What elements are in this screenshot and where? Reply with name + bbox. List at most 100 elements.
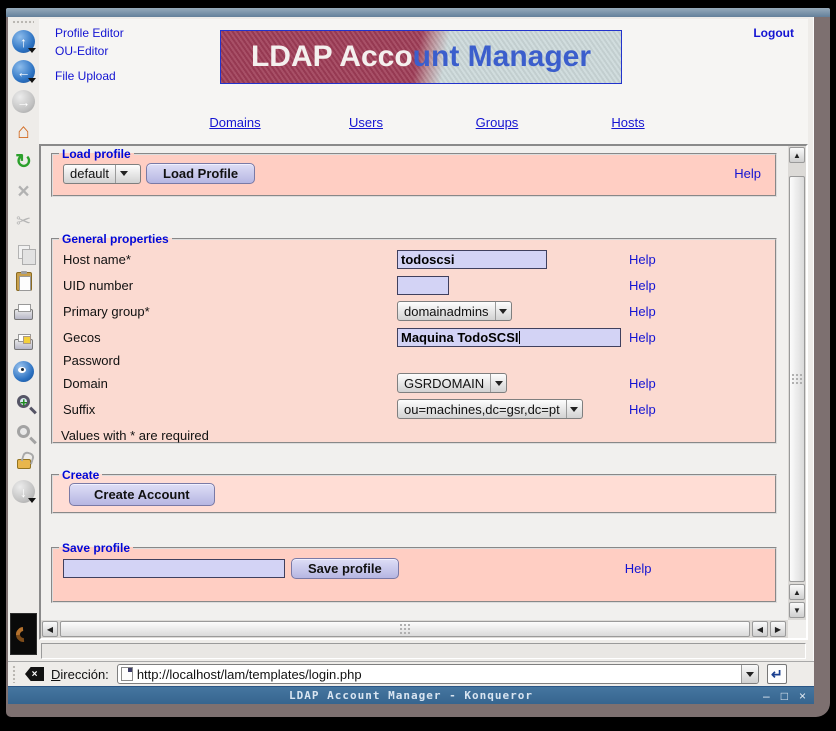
window-titlebar[interactable]: LDAP Account Manager - Konqueror – □ ×	[8, 686, 814, 704]
host-name-help-link[interactable]: Help	[629, 252, 656, 267]
load-profile-help-link[interactable]: Help	[734, 166, 761, 181]
konqueror-throbber	[10, 613, 37, 655]
konqueror-window: ↑ ← → ⌂ ↻ × ✂ ↓ Profile Editor OU-Editor…	[6, 8, 830, 717]
suffix-help-link[interactable]: Help	[629, 402, 656, 417]
back-icon[interactable]: ←	[11, 59, 36, 84]
window-title: LDAP Account Manager - Konqueror	[8, 689, 814, 702]
print-frame-icon[interactable]	[11, 329, 36, 354]
ou-editor-link[interactable]: OU-Editor	[55, 44, 108, 58]
save-profile-legend: Save profile	[59, 541, 133, 555]
host-name-input[interactable]: todoscsi	[397, 250, 547, 269]
general-properties-legend: General properties	[59, 232, 172, 246]
go-button[interactable]: ↵	[767, 664, 787, 684]
primary-group-select[interactable]: domainadmins	[397, 301, 512, 321]
scroll-left-button-right[interactable]: ◀	[752, 621, 768, 637]
domain-help-link[interactable]: Help	[629, 376, 656, 391]
url-input[interactable]: http://localhost/lam/templates/login.php	[117, 664, 759, 684]
main-toolbar: ↑ ← → ⌂ ↻ × ✂ ↓	[8, 17, 39, 665]
load-profile-button[interactable]: Load Profile	[146, 163, 255, 184]
logout-link[interactable]: Logout	[753, 26, 794, 40]
save-profile-help-link[interactable]: Help	[625, 561, 652, 576]
save-profile-input[interactable]	[63, 559, 285, 578]
url-history-dropdown[interactable]	[741, 665, 758, 683]
nav-users-link[interactable]: Users	[349, 115, 383, 130]
clear-location-icon[interactable]: ×	[25, 667, 44, 681]
stop-icon[interactable]: ×	[11, 179, 36, 204]
cut-icon[interactable]: ✂	[11, 209, 36, 234]
chevron-down-icon	[566, 400, 582, 418]
scroll-left-button[interactable]: ◀	[42, 621, 58, 637]
create-section: Create Create Account	[51, 468, 777, 514]
window-top-border	[6, 8, 830, 17]
lam-banner-logo: LDAP Account Manager	[220, 30, 622, 84]
nav-hosts-link[interactable]: Hosts	[611, 115, 644, 130]
load-profile-legend: Load profile	[59, 147, 134, 161]
save-profile-button[interactable]: Save profile	[291, 558, 399, 579]
scroll-right-button[interactable]: ▶	[770, 621, 786, 637]
domain-label: Domain	[63, 376, 397, 391]
horizontal-scrollbar-thumb[interactable]	[60, 621, 750, 637]
load-profile-section: Load profile default Load Profile Help	[51, 147, 777, 197]
lam-header-frame: Profile Editor OU-Editor File Upload Log…	[39, 19, 808, 144]
find-icon[interactable]	[11, 359, 36, 384]
reload-icon[interactable]: ↻	[11, 149, 36, 174]
gecos-help-link[interactable]: Help	[629, 330, 656, 345]
uid-number-help-link[interactable]: Help	[629, 278, 656, 293]
security-icon[interactable]	[11, 447, 36, 472]
banner-text-right: unt Manager	[413, 40, 591, 74]
address-toolbar: × Dirección: http://localhost/lam/templa…	[8, 661, 814, 686]
up-icon[interactable]: ↑	[11, 29, 36, 54]
gecos-input[interactable]: Maquina TodoSCSI	[397, 328, 621, 347]
host-form: Load profile default Load Profile Help G…	[41, 146, 788, 620]
print-icon[interactable]	[11, 299, 36, 324]
back-icon: ←	[12, 60, 35, 83]
copy-icon[interactable]	[11, 239, 36, 264]
create-legend: Create	[59, 468, 102, 482]
scroll-up-button-bottom[interactable]: ▲	[789, 584, 805, 600]
close-button[interactable]: ×	[799, 690, 806, 702]
forward-icon[interactable]: →	[11, 89, 36, 114]
profile-select[interactable]: default	[63, 164, 141, 184]
suffix-row: Suffix ou=machines,dc=gsr,dc=pt Help	[53, 396, 775, 422]
chevron-down-icon	[495, 302, 511, 320]
text-cursor	[519, 331, 520, 344]
primary-group-help-link[interactable]: Help	[629, 304, 656, 319]
zoom-out-icon[interactable]	[11, 419, 36, 444]
banner-text-left: LDAP Acco	[251, 40, 413, 74]
minimize-button[interactable]: –	[763, 690, 770, 702]
home-icon[interactable]: ⌂	[11, 119, 36, 144]
maximize-button[interactable]: □	[781, 690, 788, 702]
status-bar	[41, 643, 806, 659]
browser-chrome: ↑ ← → ⌂ ↻ × ✂ ↓ Profile Editor OU-Editor…	[8, 17, 814, 686]
create-account-button[interactable]: Create Account	[69, 483, 215, 506]
uid-number-input[interactable]	[397, 276, 449, 295]
uid-number-row: UID number Help	[53, 272, 775, 298]
suffix-label: Suffix	[63, 402, 397, 417]
url-text: http://localhost/lam/templates/login.php	[137, 667, 362, 682]
down-icon[interactable]: ↓	[11, 479, 36, 504]
domain-select[interactable]: GSRDOMAIN	[397, 373, 507, 393]
file-upload-link[interactable]: File Upload	[55, 69, 116, 83]
vertical-scrollbar-thumb[interactable]	[789, 176, 805, 582]
zoom-in-icon[interactable]	[11, 389, 36, 414]
nav-groups-link[interactable]: Groups	[476, 115, 519, 130]
primary-group-row: Primary group* domainadmins Help	[53, 298, 775, 324]
toolbar-drag-handle[interactable]	[12, 20, 34, 25]
general-properties-section: General properties Host name* todoscsi H…	[51, 232, 777, 444]
scroll-up-button[interactable]: ▲	[789, 147, 805, 163]
nav-domains-link[interactable]: Domains	[209, 115, 260, 130]
forward-icon: →	[12, 90, 35, 113]
chevron-down-icon	[115, 165, 131, 183]
required-fields-note: Values with * are required	[53, 428, 775, 443]
up-icon: ↑	[12, 30, 35, 53]
domain-row: Domain GSRDOMAIN Help	[53, 370, 775, 396]
horizontal-scrollbar[interactable]: ◀ ◀ ▶	[41, 620, 788, 638]
vertical-scrollbar[interactable]: ▲ ▲ ▼	[788, 146, 806, 620]
scroll-down-button[interactable]: ▼	[789, 602, 805, 618]
address-toolbar-handle[interactable]	[12, 665, 17, 683]
suffix-select[interactable]: ou=machines,dc=gsr,dc=pt	[397, 399, 583, 419]
paste-icon[interactable]	[11, 269, 36, 294]
profile-editor-link[interactable]: Profile Editor	[55, 26, 124, 40]
primary-group-label: Primary group*	[63, 304, 397, 319]
gecos-label: Gecos	[63, 330, 397, 345]
